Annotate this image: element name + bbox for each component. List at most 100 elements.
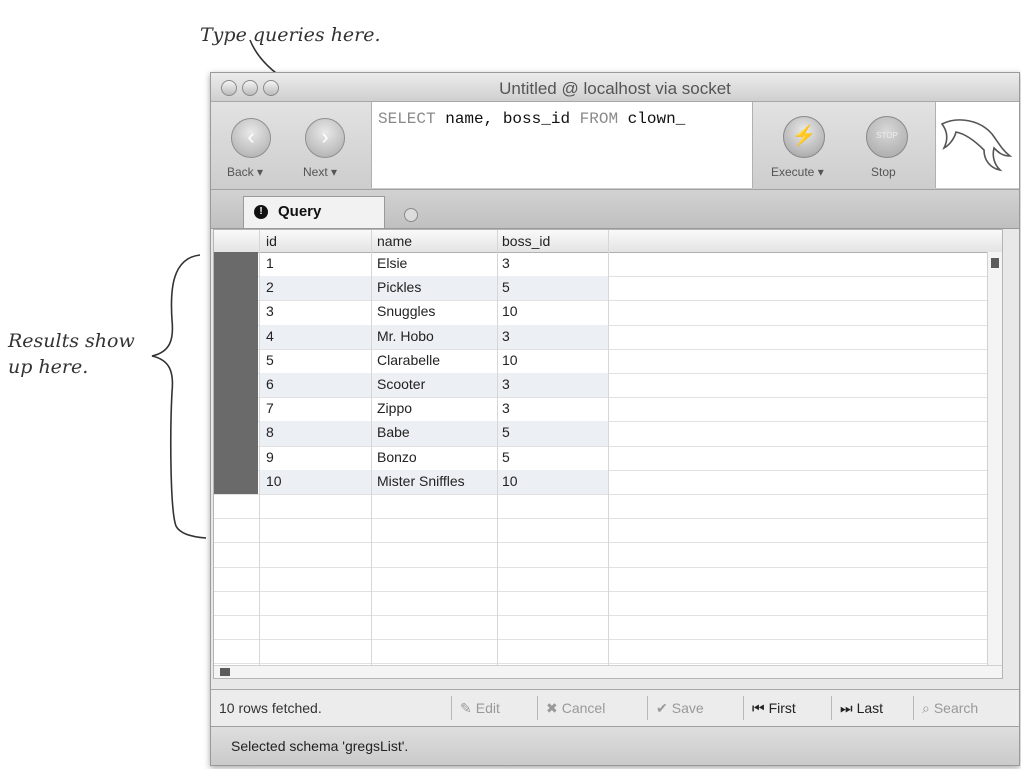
save-label: Save	[671, 700, 704, 716]
row-handle[interactable]	[214, 300, 258, 325]
row-data-zone	[260, 421, 608, 446]
schema-bar: Selected schema 'gregsList'.	[211, 726, 1019, 765]
scroll-thumb[interactable]	[220, 668, 230, 676]
save-button[interactable]: ✔ Save	[647, 696, 712, 720]
row-handle[interactable]	[214, 276, 258, 301]
row-handle[interactable]	[214, 445, 258, 470]
back-label[interactable]: Back ▾	[227, 165, 263, 179]
status-bar: 10 rows fetched. ✎ Edit ✖ Cancel ✔ Save ⏮ Fi…	[211, 689, 1019, 726]
row-data-zone	[260, 373, 608, 398]
column-header[interactable]: boss_id	[502, 233, 550, 249]
table-cell-id[interactable]: 3	[266, 303, 274, 319]
table-cell-boss_id[interactable]: 10	[502, 473, 518, 489]
column-divider	[497, 230, 498, 678]
search-button[interactable]: ⌕ Search	[913, 696, 986, 720]
title-bar: Untitled @ localhost via socket	[211, 73, 1019, 102]
table-cell-id[interactable]: 5	[266, 352, 274, 368]
tab-query[interactable]: ! Query	[243, 196, 418, 228]
last-label: Last	[856, 700, 884, 716]
execute-button[interactable]: ⚡	[783, 116, 825, 158]
edit-button[interactable]: ✎ Edit	[451, 696, 508, 720]
table-cell-id[interactable]: 9	[266, 449, 274, 465]
column-header[interactable]: id	[266, 233, 277, 249]
row-handle[interactable]	[214, 252, 258, 277]
table-cell-name[interactable]: Snuggles	[377, 303, 435, 319]
table-cell-name[interactable]: Mister Sniffles	[377, 473, 465, 489]
table-cell-boss_id[interactable]: 3	[502, 400, 510, 416]
last-button[interactable]: ⏭ Last	[831, 696, 891, 720]
table-cell-name[interactable]: Clarabelle	[377, 352, 440, 368]
row-handle[interactable]	[214, 421, 258, 446]
arrow-left-icon: ‹	[247, 124, 255, 149]
scroll-thumb[interactable]	[991, 258, 999, 268]
stop-label[interactable]: Stop	[871, 165, 896, 179]
table-cell-id[interactable]: 1	[266, 255, 274, 271]
table-cell-name[interactable]: Scooter	[377, 376, 425, 392]
table-cell-name[interactable]: Babe	[377, 424, 410, 440]
table-cell-boss_id[interactable]: 5	[502, 424, 510, 440]
tab-label: Query	[278, 203, 322, 220]
query-from-keyword: FROM	[579, 110, 619, 128]
next-label[interactable]: Next ▾	[303, 165, 337, 179]
row-handle[interactable]	[214, 373, 258, 398]
table-cell-name[interactable]: Zippo	[377, 400, 412, 416]
table-cell-boss_id[interactable]: 10	[502, 352, 518, 368]
column-divider	[371, 230, 372, 678]
first-record-icon: ⏮	[752, 700, 765, 716]
logo-panel	[935, 102, 1019, 188]
x-icon: ✖	[546, 700, 558, 716]
window-title: Untitled @ localhost via socket	[499, 79, 731, 98]
close-tab-icon[interactable]	[404, 208, 418, 222]
table-cell-id[interactable]: 2	[266, 279, 274, 295]
query-table: clown_	[627, 110, 686, 128]
table-cell-name[interactable]: Elsie	[377, 255, 407, 271]
cancel-label: Cancel	[561, 700, 606, 716]
last-record-icon: ⏭	[840, 700, 853, 716]
table-cell-id[interactable]: 4	[266, 328, 274, 344]
table-cell-name[interactable]: Bonzo	[377, 449, 417, 465]
results-grid: id name boss_id 1 Elsie 3 2 Pickles 5 3 Snuggle…	[213, 229, 1003, 679]
tab-bar: ! Query	[211, 190, 1019, 229]
next-button[interactable]: ›	[305, 118, 345, 158]
execute-label[interactable]: Execute ▾	[771, 165, 824, 179]
column-divider	[259, 230, 260, 678]
table-cell-boss_id[interactable]: 5	[502, 449, 510, 465]
toolbar: ‹ Back ▾ › Next ▾ SELECT name, boss_id F…	[211, 102, 1019, 190]
annotation-results: Results show up here.	[8, 330, 135, 378]
table-cell-name[interactable]: Mr. Hobo	[377, 328, 434, 344]
table-cell-boss_id[interactable]: 3	[502, 255, 510, 271]
arrow-right-icon: ›	[321, 124, 329, 149]
vertical-scrollbar[interactable]	[987, 252, 1002, 676]
column-header[interactable]: name	[377, 233, 412, 249]
table-cell-id[interactable]: 6	[266, 376, 274, 392]
table-cell-boss_id[interactable]: 10	[502, 303, 518, 319]
table-cell-id[interactable]: 7	[266, 400, 274, 416]
table-cell-boss_id[interactable]: 5	[502, 279, 510, 295]
query-select-keyword: SELECT	[378, 110, 436, 128]
row-handle[interactable]	[214, 469, 258, 494]
rows-fetched-status: 10 rows fetched.	[219, 700, 322, 716]
table-cell-id[interactable]: 10	[266, 473, 282, 489]
stop-icon: STOP	[876, 131, 898, 140]
horizontal-scrollbar[interactable]	[214, 665, 1002, 678]
table-cell-boss_id[interactable]: 3	[502, 328, 510, 344]
annotation-type-queries: Type queries here.	[200, 24, 381, 46]
row-handle[interactable]	[214, 397, 258, 422]
query-input[interactable]: SELECT name, boss_id FROM clown_	[371, 102, 753, 188]
table-cell-name[interactable]: Pickles	[377, 279, 421, 295]
app-window: Untitled @ localhost via socket ‹ Back ▾…	[210, 72, 1020, 766]
stop-button[interactable]: STOP	[866, 116, 908, 158]
table-cell-id[interactable]: 8	[266, 424, 274, 440]
cancel-button[interactable]: ✖ Cancel	[537, 696, 613, 720]
back-button[interactable]: ‹	[231, 118, 271, 158]
row-handle[interactable]	[214, 324, 258, 349]
row-data-zone	[260, 276, 608, 301]
selected-schema-status: Selected schema 'gregsList'.	[231, 738, 409, 754]
first-label: First	[768, 700, 796, 716]
table-cell-boss_id[interactable]: 3	[502, 376, 510, 392]
row-handle[interactable]	[214, 348, 258, 373]
query-fields: name, boss_id	[445, 110, 571, 128]
first-button[interactable]: ⏮ First	[743, 696, 804, 720]
edit-label: Edit	[475, 700, 500, 716]
query-icon: !	[254, 205, 268, 219]
